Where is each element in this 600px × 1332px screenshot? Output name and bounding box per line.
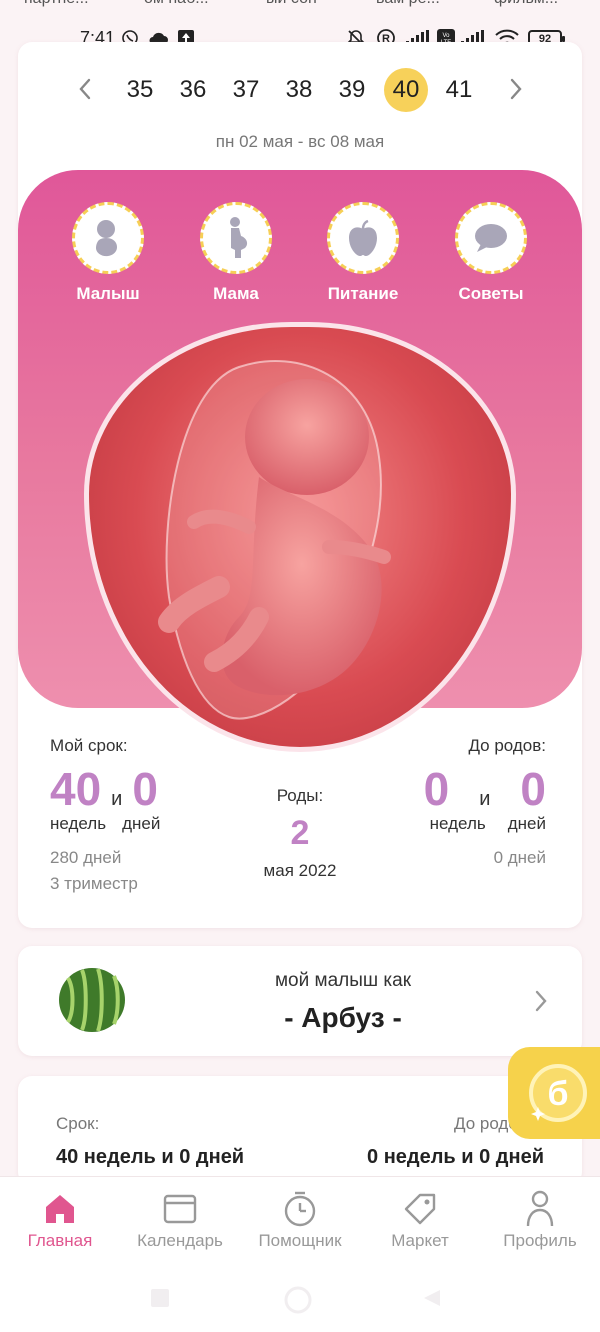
back-icon[interactable] xyxy=(422,1288,442,1308)
pregnancy-overview-card: 35 36 37 38 39 40 41 пн 02 мая - вс 08 м… xyxy=(18,42,582,928)
category-icon-ring xyxy=(200,202,272,274)
svg-text:Vo: Vo xyxy=(442,33,450,39)
profile-icon xyxy=(526,1190,554,1227)
my-term-days-label: дней xyxy=(122,814,161,833)
baby-size-card[interactable]: мой малыш как - Арбуз - xyxy=(18,946,582,1056)
baby-icon xyxy=(96,220,118,257)
category-baby-button[interactable]: Малыш xyxy=(58,202,158,304)
chat-bubble-icon xyxy=(475,224,507,252)
until-birth-weeks-label: недель xyxy=(429,814,486,833)
timer-icon xyxy=(284,1191,316,1227)
my-term-weeks: 40 xyxy=(50,763,102,815)
my-term-total-days: 280 дней xyxy=(50,848,122,867)
category-icon-ring xyxy=(327,202,399,274)
bottom-navigation: Главная Календарь Помощник Маркет Профил… xyxy=(0,1176,600,1270)
pregnant-woman-icon xyxy=(230,217,248,258)
category-icon-ring xyxy=(455,202,527,274)
cutoff-text: ом наб... xyxy=(144,0,209,8)
my-term-trimester: 3 триместр xyxy=(50,874,138,893)
nav-assistant[interactable]: Помощник xyxy=(240,1187,360,1251)
until-birth-days: 0 xyxy=(520,763,546,815)
until-birth-block: До родов: 0 и 0 недель дней 0 дней xyxy=(388,736,546,868)
category-mom-button[interactable]: Мама xyxy=(186,202,286,304)
coin-icon: б xyxy=(529,1064,587,1122)
until-birth-title: До родов: xyxy=(468,736,546,755)
category-label: Питание xyxy=(327,284,399,303)
my-term-weeks-label: недель xyxy=(50,814,107,833)
week-39[interactable]: 39 xyxy=(330,68,374,112)
summary-term-label: Срок: xyxy=(56,1114,100,1133)
nav-label: Календарь xyxy=(137,1231,223,1250)
apple-icon xyxy=(349,219,377,256)
week-selector: 35 36 37 38 39 40 41 xyxy=(18,68,582,112)
summary-until-value: 0 недель и 0 дней xyxy=(367,1146,544,1168)
recent-apps-icon[interactable] xyxy=(150,1288,170,1308)
chevron-left-icon xyxy=(79,78,91,100)
until-birth-weeks: 0 xyxy=(423,763,450,815)
baby-size-caption: мой малыш как xyxy=(274,970,412,991)
week-41[interactable]: 41 xyxy=(437,68,481,112)
nav-home[interactable]: Главная xyxy=(0,1187,120,1251)
nav-label: Профиль xyxy=(503,1231,577,1250)
home-icon xyxy=(46,1195,74,1223)
until-birth-days-label: дней xyxy=(507,814,546,833)
category-nutrition-button[interactable]: Питание xyxy=(313,202,413,304)
nav-profile[interactable]: Профиль xyxy=(480,1187,600,1251)
my-term-title: Мой срок: xyxy=(50,736,128,755)
cutoff-text: ый сон xyxy=(266,0,317,8)
category-tips-button[interactable]: Советы xyxy=(441,202,541,304)
chevron-right-icon xyxy=(510,78,522,100)
calendar-icon xyxy=(163,1194,197,1224)
category-label: Мама xyxy=(213,284,259,303)
cutoff-text: партне... xyxy=(24,0,89,8)
watermelon-icon xyxy=(59,968,125,1032)
due-date-block: Роды: 2 мая 2022 xyxy=(240,786,360,881)
home-circle-icon[interactable] xyxy=(284,1286,312,1314)
system-navigation-bar xyxy=(0,1270,600,1332)
baby-size-fruit: - Арбуз - xyxy=(284,1002,402,1033)
my-term-block: Мой срок: 40 и 0 недель дней 280 дней 3 … xyxy=(50,736,230,894)
due-date-day: 2 xyxy=(290,814,310,852)
next-week-button[interactable] xyxy=(501,74,531,104)
nav-label: Главная xyxy=(27,1231,93,1250)
nav-calendar[interactable]: Календарь xyxy=(120,1187,240,1251)
svg-text:б: б xyxy=(547,1075,568,1113)
nav-market[interactable]: Маркет xyxy=(360,1187,480,1251)
prev-week-button[interactable] xyxy=(70,74,100,104)
week-date-range: пн 02 мая - вс 08 мая xyxy=(215,132,385,151)
week-37[interactable]: 37 xyxy=(224,68,268,112)
category-label: Малыш xyxy=(76,284,140,303)
week-40-selected[interactable]: 40 xyxy=(384,68,428,112)
category-icon-ring xyxy=(72,202,144,274)
due-date-title: Роды: xyxy=(276,786,324,805)
due-date-month-year: мая 2022 xyxy=(263,861,337,880)
cutoff-text: вам ре... xyxy=(376,0,440,8)
my-term-days: 0 xyxy=(132,763,158,815)
my-term-and: и xyxy=(111,788,123,810)
category-label: Советы xyxy=(458,284,524,303)
summary-term-value: 40 недель и 0 дней xyxy=(56,1146,245,1168)
nav-label: Помощник xyxy=(258,1231,342,1250)
top-cutoff-strip: партне... ом наб... ый сон вам ре... фил… xyxy=(0,0,600,10)
until-birth-and: и xyxy=(479,788,491,810)
term-summary-card: Срок: 40 недель и 0 дней До родов: 0 нед… xyxy=(18,1076,582,1186)
week-35[interactable]: 35 xyxy=(118,68,162,112)
until-birth-total-days: 0 дней xyxy=(493,848,546,867)
tag-icon xyxy=(404,1193,436,1225)
week-36[interactable]: 36 xyxy=(171,68,215,112)
coins-bonus-button[interactable]: б xyxy=(508,1047,600,1139)
chevron-right-icon xyxy=(535,990,547,1012)
nav-label: Маркет xyxy=(391,1231,449,1250)
cutoff-text: фильм... xyxy=(494,0,558,8)
week-38[interactable]: 38 xyxy=(277,68,321,112)
